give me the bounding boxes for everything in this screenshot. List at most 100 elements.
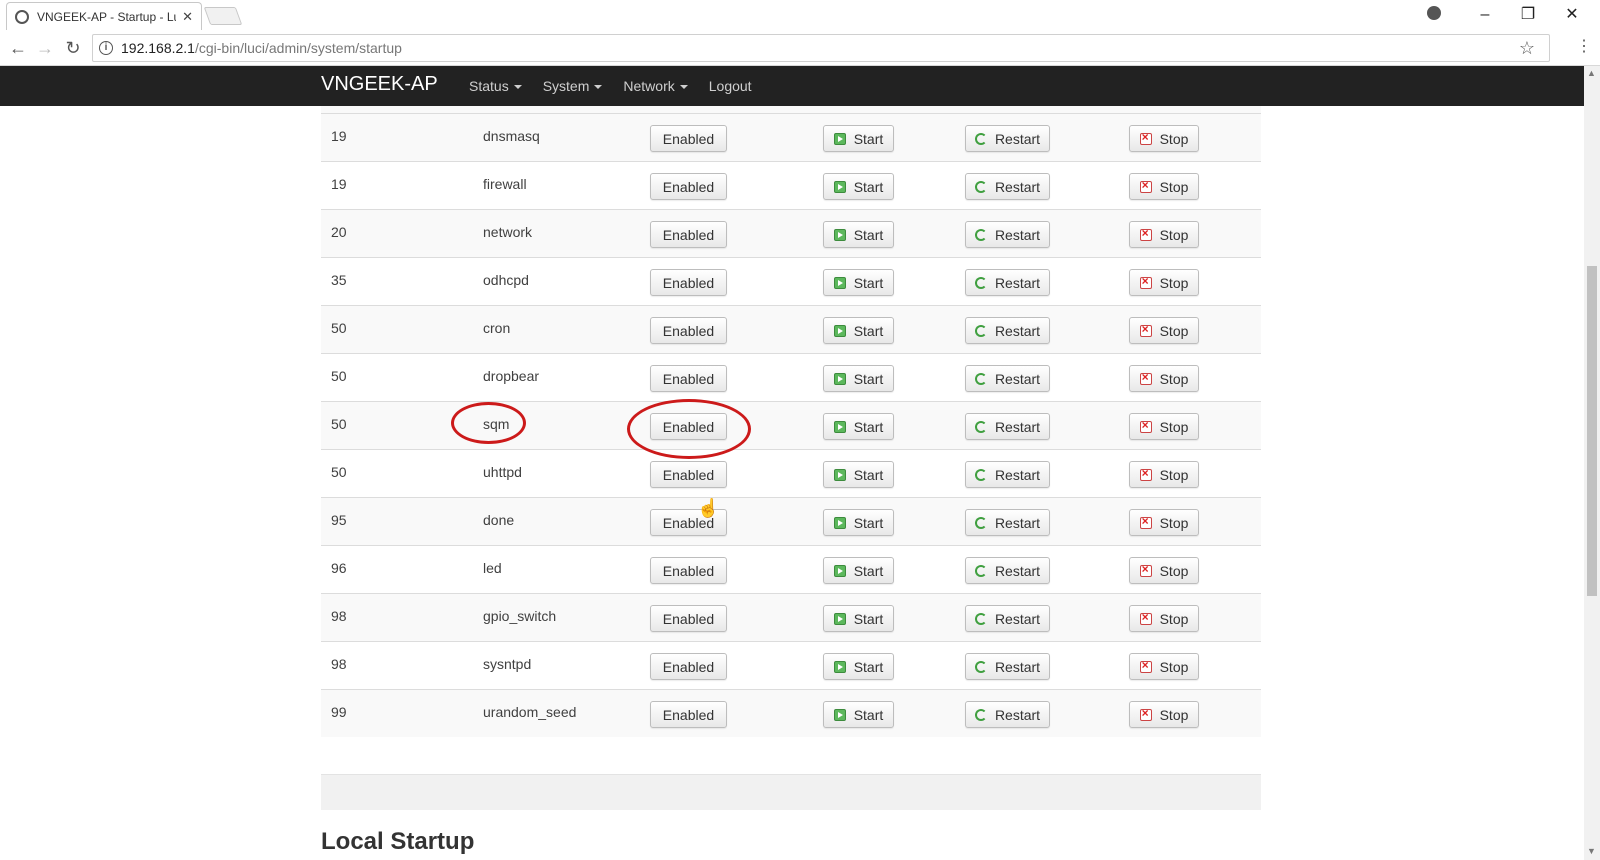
restart-button[interactable]: Restart bbox=[965, 221, 1050, 248]
reload-icon[interactable]: ↻ bbox=[62, 37, 84, 59]
back-icon[interactable]: ← bbox=[7, 37, 29, 59]
start-button[interactable]: Start bbox=[823, 317, 894, 344]
priority-cell: 50 bbox=[331, 320, 347, 336]
start-button[interactable]: Start bbox=[823, 653, 894, 680]
priority-cell: 98 bbox=[331, 656, 347, 672]
restart-button[interactable]: Restart bbox=[965, 269, 1050, 296]
enabled-toggle-button[interactable]: Enabled bbox=[650, 701, 727, 728]
stop-icon bbox=[1139, 418, 1152, 433]
service-name-cell: odhcpd bbox=[483, 272, 529, 288]
browser-menu-icon[interactable]: ⋮ bbox=[1576, 36, 1592, 56]
restart-button[interactable]: Restart bbox=[965, 653, 1050, 680]
page-viewport: VNGEEK-AP Status System Network Logout 1… bbox=[0, 66, 1584, 860]
enabled-toggle-button[interactable]: Enabled bbox=[650, 269, 727, 296]
enabled-toggle-button[interactable]: Enabled bbox=[650, 653, 727, 680]
enabled-toggle-button[interactable]: Enabled bbox=[650, 413, 727, 440]
refresh-icon bbox=[974, 708, 987, 721]
start-button[interactable]: Start bbox=[823, 221, 894, 248]
browser-toolbar: ← → ↻ i 192.168.2.1/cgi-bin/luci/admin/s… bbox=[0, 30, 1600, 66]
start-button[interactable]: Start bbox=[823, 365, 894, 392]
restore-icon[interactable]: ❐ bbox=[1508, 3, 1548, 27]
scroll-thumb[interactable] bbox=[1587, 266, 1597, 596]
start-button[interactable]: Start bbox=[823, 461, 894, 488]
restart-button[interactable]: Restart bbox=[965, 701, 1050, 728]
restart-button[interactable]: Restart bbox=[965, 317, 1050, 344]
restart-button[interactable]: Restart bbox=[965, 365, 1050, 392]
start-button[interactable]: Start bbox=[823, 557, 894, 584]
stop-button[interactable]: Stop bbox=[1129, 605, 1199, 632]
restart-button[interactable]: Restart bbox=[965, 125, 1050, 152]
bookmark-star-icon[interactable]: ☆ bbox=[1519, 38, 1535, 59]
restart-button[interactable]: Restart bbox=[965, 557, 1050, 584]
browser-tab[interactable]: VNGEEK-AP - Startup - Lu ✕ bbox=[6, 2, 202, 30]
start-button[interactable]: Start bbox=[823, 509, 894, 536]
brand-title[interactable]: VNGEEK-AP bbox=[321, 73, 438, 96]
address-bar[interactable]: i 192.168.2.1/cgi-bin/luci/admin/system/… bbox=[92, 34, 1550, 62]
menu-logout[interactable]: Logout bbox=[709, 78, 752, 94]
scroll-up-icon[interactable]: ▲ bbox=[1587, 68, 1596, 78]
priority-cell: 35 bbox=[331, 272, 347, 288]
play-icon bbox=[833, 372, 846, 385]
play-icon bbox=[833, 564, 846, 577]
menu-network[interactable]: Network bbox=[623, 78, 688, 94]
enabled-toggle-button[interactable]: Enabled bbox=[650, 173, 727, 200]
close-tab-icon[interactable]: ✕ bbox=[182, 9, 193, 25]
table-row: 19 dnsmasq Enabled Start Restart Stop bbox=[321, 113, 1261, 161]
forward-icon[interactable]: → bbox=[34, 37, 56, 59]
stop-button[interactable]: Stop bbox=[1129, 653, 1199, 680]
table-row: 19 firewall Enabled Start Restart Stop bbox=[321, 161, 1261, 209]
stop-icon bbox=[1139, 658, 1152, 673]
new-tab-button[interactable] bbox=[203, 7, 243, 25]
stop-button[interactable]: Stop bbox=[1129, 173, 1199, 200]
stop-button[interactable]: Stop bbox=[1129, 413, 1199, 440]
start-button[interactable]: Start bbox=[823, 173, 894, 200]
start-button[interactable]: Start bbox=[823, 269, 894, 296]
table-row: 98 sysntpd Enabled Start Restart Stop bbox=[321, 641, 1261, 689]
restart-button[interactable]: Restart bbox=[965, 509, 1050, 536]
start-button[interactable]: Start bbox=[823, 605, 894, 632]
stop-button[interactable]: Stop bbox=[1129, 701, 1199, 728]
enabled-toggle-button[interactable]: Enabled bbox=[650, 125, 727, 152]
profile-icon[interactable] bbox=[1427, 6, 1441, 20]
stop-button[interactable]: Stop bbox=[1129, 125, 1199, 152]
scroll-down-icon[interactable]: ▼ bbox=[1587, 846, 1596, 856]
stop-button[interactable]: Stop bbox=[1129, 317, 1199, 344]
restart-button[interactable]: Restart bbox=[965, 173, 1050, 200]
stop-button[interactable]: Stop bbox=[1129, 509, 1199, 536]
restart-button[interactable]: Restart bbox=[965, 413, 1050, 440]
refresh-icon bbox=[974, 372, 987, 385]
stop-icon bbox=[1139, 466, 1152, 481]
start-button[interactable]: Start bbox=[823, 125, 894, 152]
stop-button[interactable]: Stop bbox=[1129, 269, 1199, 296]
stop-button[interactable]: Stop bbox=[1129, 221, 1199, 248]
stop-button[interactable]: Stop bbox=[1129, 365, 1199, 392]
play-icon bbox=[833, 468, 846, 481]
refresh-icon bbox=[974, 516, 987, 529]
table-row: 98 gpio_switch Enabled Start Restart Sto… bbox=[321, 593, 1261, 641]
enabled-toggle-button[interactable]: Enabled bbox=[650, 365, 727, 392]
enabled-toggle-button[interactable]: Enabled bbox=[650, 317, 727, 344]
close-window-icon[interactable]: ✕ bbox=[1552, 3, 1592, 27]
stop-button[interactable]: Stop bbox=[1129, 557, 1199, 584]
priority-cell: 19 bbox=[331, 176, 347, 192]
enabled-toggle-button[interactable]: Enabled bbox=[650, 605, 727, 632]
url-host: 192.168.2.1 bbox=[121, 40, 195, 56]
table-row: 50 dropbear Enabled Start Restart Stop bbox=[321, 353, 1261, 401]
stop-button[interactable]: Stop bbox=[1129, 461, 1199, 488]
chevron-down-icon bbox=[513, 85, 522, 90]
enabled-toggle-button[interactable]: Enabled bbox=[650, 557, 727, 584]
service-name-cell: sysntpd bbox=[483, 656, 532, 672]
restart-button[interactable]: Restart bbox=[965, 461, 1050, 488]
restart-button[interactable]: Restart bbox=[965, 605, 1050, 632]
minimize-icon[interactable]: – bbox=[1465, 3, 1505, 27]
enabled-toggle-button[interactable]: Enabled bbox=[650, 221, 727, 248]
table-row: 50 cron Enabled Start Restart Stop bbox=[321, 305, 1261, 353]
start-button[interactable]: Start bbox=[823, 701, 894, 728]
menu-system[interactable]: System bbox=[543, 78, 603, 94]
menu-status[interactable]: Status bbox=[469, 78, 522, 94]
enabled-toggle-button[interactable]: Enabled bbox=[650, 461, 727, 488]
play-icon bbox=[833, 180, 846, 193]
info-icon[interactable]: i bbox=[99, 41, 113, 55]
page-scrollbar[interactable]: ▲ ▼ bbox=[1584, 66, 1600, 860]
start-button[interactable]: Start bbox=[823, 413, 894, 440]
